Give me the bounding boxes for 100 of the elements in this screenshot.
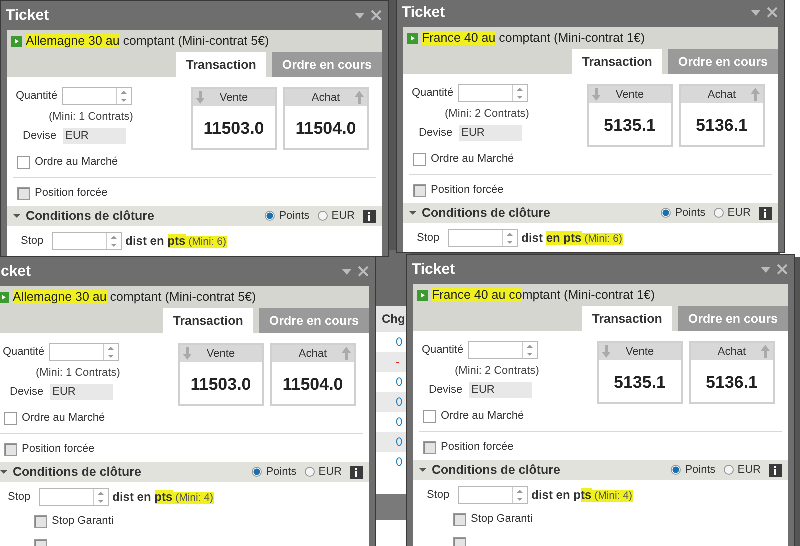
- checkbox[interactable]: [34, 514, 47, 528]
- quantity-label: Quantité: [16, 90, 58, 102]
- price-tile[interactable]: Vente 5135.1: [587, 84, 673, 147]
- quantity-spinner[interactable]: [468, 341, 538, 359]
- up-arrow-icon: [355, 91, 364, 104]
- stop-distance-text: dist en pts (Mini: 6): [522, 231, 622, 245]
- price-value: 11503.0: [202, 119, 266, 139]
- price-tile[interactable]: Achat 11504.0: [270, 343, 356, 406]
- table-cell: 0: [396, 415, 403, 429]
- quantity-spinner[interactable]: [48, 343, 119, 361]
- menu-caret-icon[interactable]: [751, 10, 761, 16]
- checkbox[interactable]: [453, 536, 466, 546]
- close-icon[interactable]: [777, 264, 788, 275]
- radio-button[interactable]: [265, 211, 276, 221]
- section-title: Conditions de clôture: [13, 465, 142, 479]
- checkbox[interactable]: [413, 184, 426, 196]
- quantity-label: Quantité: [412, 87, 454, 99]
- currency-label: Devise: [10, 386, 44, 398]
- stop-distance-text: dist en pts (Mini: 4): [112, 490, 214, 504]
- currency-label: Devise: [429, 384, 463, 396]
- tab[interactable]: Transaction: [582, 306, 672, 331]
- checkbox[interactable]: [17, 186, 30, 200]
- price-label: Vente: [616, 88, 644, 100]
- window-title: Ticket: [6, 7, 50, 24]
- checkbox-label: Position forcée: [22, 443, 95, 455]
- info-icon[interactable]: [759, 206, 772, 220]
- close-icon[interactable]: [767, 7, 778, 18]
- down-arrow-icon: [592, 88, 601, 101]
- play-icon[interactable]: [11, 36, 22, 46]
- radio-label: EUR: [738, 464, 761, 476]
- info-icon[interactable]: [769, 464, 782, 476]
- down-arrow-icon: [196, 91, 205, 104]
- tab[interactable]: Transaction: [163, 308, 254, 333]
- price-tile[interactable]: Vente 11503.0: [178, 343, 264, 406]
- close-icon[interactable]: [371, 10, 382, 21]
- collapse-caret-icon[interactable]: [409, 209, 417, 217]
- radio-button[interactable]: [304, 467, 315, 477]
- checkbox-label: Stop Garanti: [471, 513, 533, 525]
- info-icon[interactable]: [350, 466, 363, 478]
- checkbox[interactable]: [4, 442, 17, 456]
- menu-caret-icon[interactable]: [342, 268, 352, 274]
- price-tile[interactable]: Achat 5136.1: [689, 341, 775, 404]
- stop-spinner[interactable]: [448, 229, 518, 247]
- collapse-caret-icon[interactable]: [419, 466, 427, 474]
- checkbox-label: Ordre au Marché: [431, 153, 514, 165]
- table-cell: 0: [396, 375, 403, 389]
- currency-field: EUR: [62, 128, 126, 144]
- stop-label: Stop: [21, 235, 44, 247]
- stop-spinner[interactable]: [38, 488, 109, 506]
- window-title: Ticket: [412, 261, 456, 278]
- checkbox-label: Ordre au Marché: [35, 156, 118, 168]
- section-title: Conditions de clôture: [432, 463, 560, 477]
- price-tile[interactable]: Achat 5136.1: [679, 84, 765, 147]
- stop-spinner[interactable]: [458, 486, 528, 504]
- section-title: Conditions de clôture: [26, 209, 154, 223]
- radio-button[interactable]: [318, 211, 328, 221]
- price-tile[interactable]: Vente 11503.0: [191, 87, 277, 150]
- currency-field: EUR: [468, 382, 532, 398]
- stop-label: Stop: [417, 232, 440, 244]
- checkbox[interactable]: [423, 410, 436, 422]
- stop-spinner[interactable]: [52, 232, 122, 250]
- radio-button[interactable]: [661, 208, 672, 218]
- minimum-note: (Mini: 1 Contrats): [35, 367, 122, 379]
- instrument-name: Allemagne 30 au comptant (Mini-contrat 5€): [26, 34, 270, 48]
- currency-field: EUR: [50, 384, 113, 400]
- collapse-caret-icon[interactable]: [13, 212, 21, 220]
- price-value: 5136.1: [705, 373, 759, 393]
- checkbox[interactable]: [17, 156, 30, 168]
- quantity-spinner[interactable]: [458, 84, 528, 102]
- play-icon[interactable]: [0, 292, 9, 302]
- checkbox[interactable]: [453, 512, 466, 526]
- close-icon[interactable]: [358, 266, 369, 277]
- tab[interactable]: Transaction: [572, 49, 662, 74]
- radio-label: Points: [266, 466, 297, 478]
- radio-button[interactable]: [252, 467, 262, 477]
- quantity-spinner[interactable]: [62, 87, 132, 105]
- checkbox-label: Position forcée: [441, 441, 514, 453]
- up-arrow-icon: [761, 345, 770, 358]
- checkbox[interactable]: [4, 412, 17, 424]
- radio-button[interactable]: [714, 208, 724, 218]
- price-value: 5136.1: [695, 116, 749, 136]
- info-icon[interactable]: [363, 210, 376, 222]
- up-arrow-icon: [751, 88, 760, 101]
- price-label: Vente: [206, 348, 236, 360]
- quantity-label: Quantité: [3, 346, 45, 358]
- radio-button[interactable]: [724, 465, 734, 475]
- minimum-note: (Mini: 2 Contrats): [454, 365, 540, 377]
- menu-caret-icon[interactable]: [761, 266, 771, 272]
- checkbox[interactable]: [423, 440, 436, 454]
- play-icon[interactable]: [417, 290, 428, 300]
- instrument-name: France 40 au comptant (Mini-contrat 1€): [432, 288, 656, 302]
- menu-caret-icon[interactable]: [355, 12, 365, 18]
- checkbox[interactable]: [413, 152, 426, 166]
- radio-button[interactable]: [671, 465, 682, 475]
- play-icon[interactable]: [407, 32, 418, 44]
- price-tile[interactable]: Achat 11504.0: [283, 87, 369, 150]
- collapse-caret-icon[interactable]: [0, 468, 8, 476]
- currency-label: Devise: [23, 130, 57, 142]
- tab[interactable]: Transaction: [176, 52, 266, 77]
- price-tile[interactable]: Vente 5135.1: [597, 341, 683, 404]
